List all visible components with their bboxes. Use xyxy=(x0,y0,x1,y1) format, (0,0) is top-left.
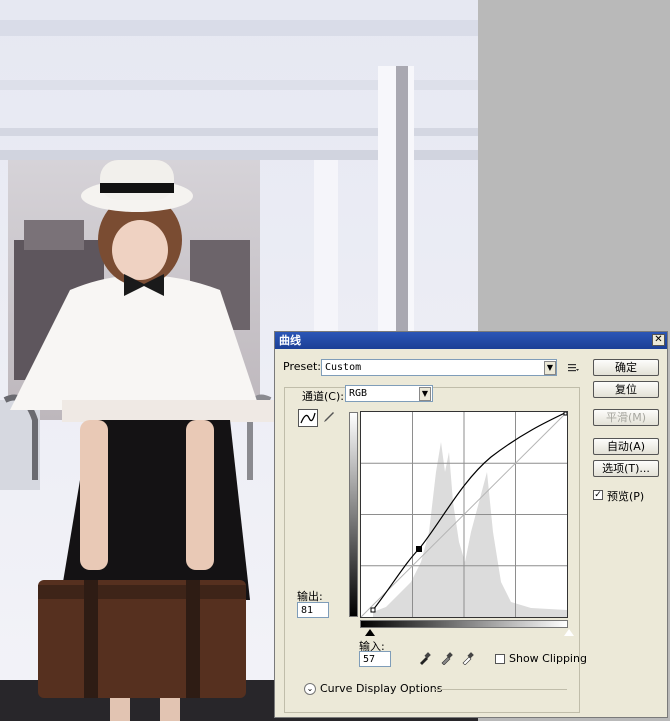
input-gradient-bar xyxy=(360,620,568,628)
curves-dialog: 曲线 ✕ Preset: Custom ▼ 确定 复位 平滑(M) 自动(A) … xyxy=(274,331,668,718)
divider xyxy=(435,689,567,690)
close-icon: ✕ xyxy=(654,334,663,345)
eyedropper-white-icon[interactable] xyxy=(461,651,475,666)
output-gradient-bar xyxy=(349,412,358,617)
preview-label: 预览(P) xyxy=(607,490,645,503)
chevron-down-icon[interactable]: ▼ xyxy=(419,387,431,401)
input-field[interactable]: 57 xyxy=(359,651,391,667)
curve-graph[interactable] xyxy=(360,411,568,618)
white-point-slider[interactable] xyxy=(564,629,574,636)
curve-canvas[interactable] xyxy=(360,411,568,618)
preset-options-icon[interactable] xyxy=(566,361,580,375)
smooth-button[interactable]: 平滑(M) xyxy=(593,409,659,426)
pencil-icon[interactable] xyxy=(319,409,339,427)
eyedropper-gray-icon[interactable] xyxy=(440,651,454,666)
input-value: 57 xyxy=(363,654,376,665)
preset-value: Custom xyxy=(325,362,362,373)
output-value: 81 xyxy=(301,605,314,616)
preset-label: Preset: xyxy=(283,360,322,373)
channel-label: 通道(C): xyxy=(302,390,344,403)
show-clipping-checkbox[interactable] xyxy=(495,654,505,664)
show-clipping-label: Show Clipping xyxy=(509,652,587,665)
curve-point-icon[interactable] xyxy=(298,409,318,427)
reset-button[interactable]: 复位 xyxy=(593,381,659,398)
preview-checkbox[interactable]: ✓ xyxy=(593,490,603,500)
ok-button[interactable]: 确定 xyxy=(593,359,659,376)
chevron-down-icon[interactable]: ▼ xyxy=(544,361,556,375)
black-point-slider[interactable] xyxy=(365,629,375,636)
options-button[interactable]: 选项(T)... xyxy=(593,460,659,477)
dialog-titlebar[interactable]: 曲线 ✕ xyxy=(275,332,667,349)
preset-dropdown[interactable]: Custom xyxy=(321,359,557,376)
dialog-title: 曲线 xyxy=(279,334,301,347)
auto-button[interactable]: 自动(A) xyxy=(593,438,659,455)
close-button[interactable]: ✕ xyxy=(652,334,665,346)
eyedropper-black-icon[interactable] xyxy=(418,651,432,665)
channel-value: RGB xyxy=(349,388,368,399)
output-field[interactable]: 81 xyxy=(297,602,329,618)
curve-display-options-label[interactable]: Curve Display Options xyxy=(320,682,442,695)
chevron-down-icon[interactable]: ⌄ xyxy=(304,683,316,695)
